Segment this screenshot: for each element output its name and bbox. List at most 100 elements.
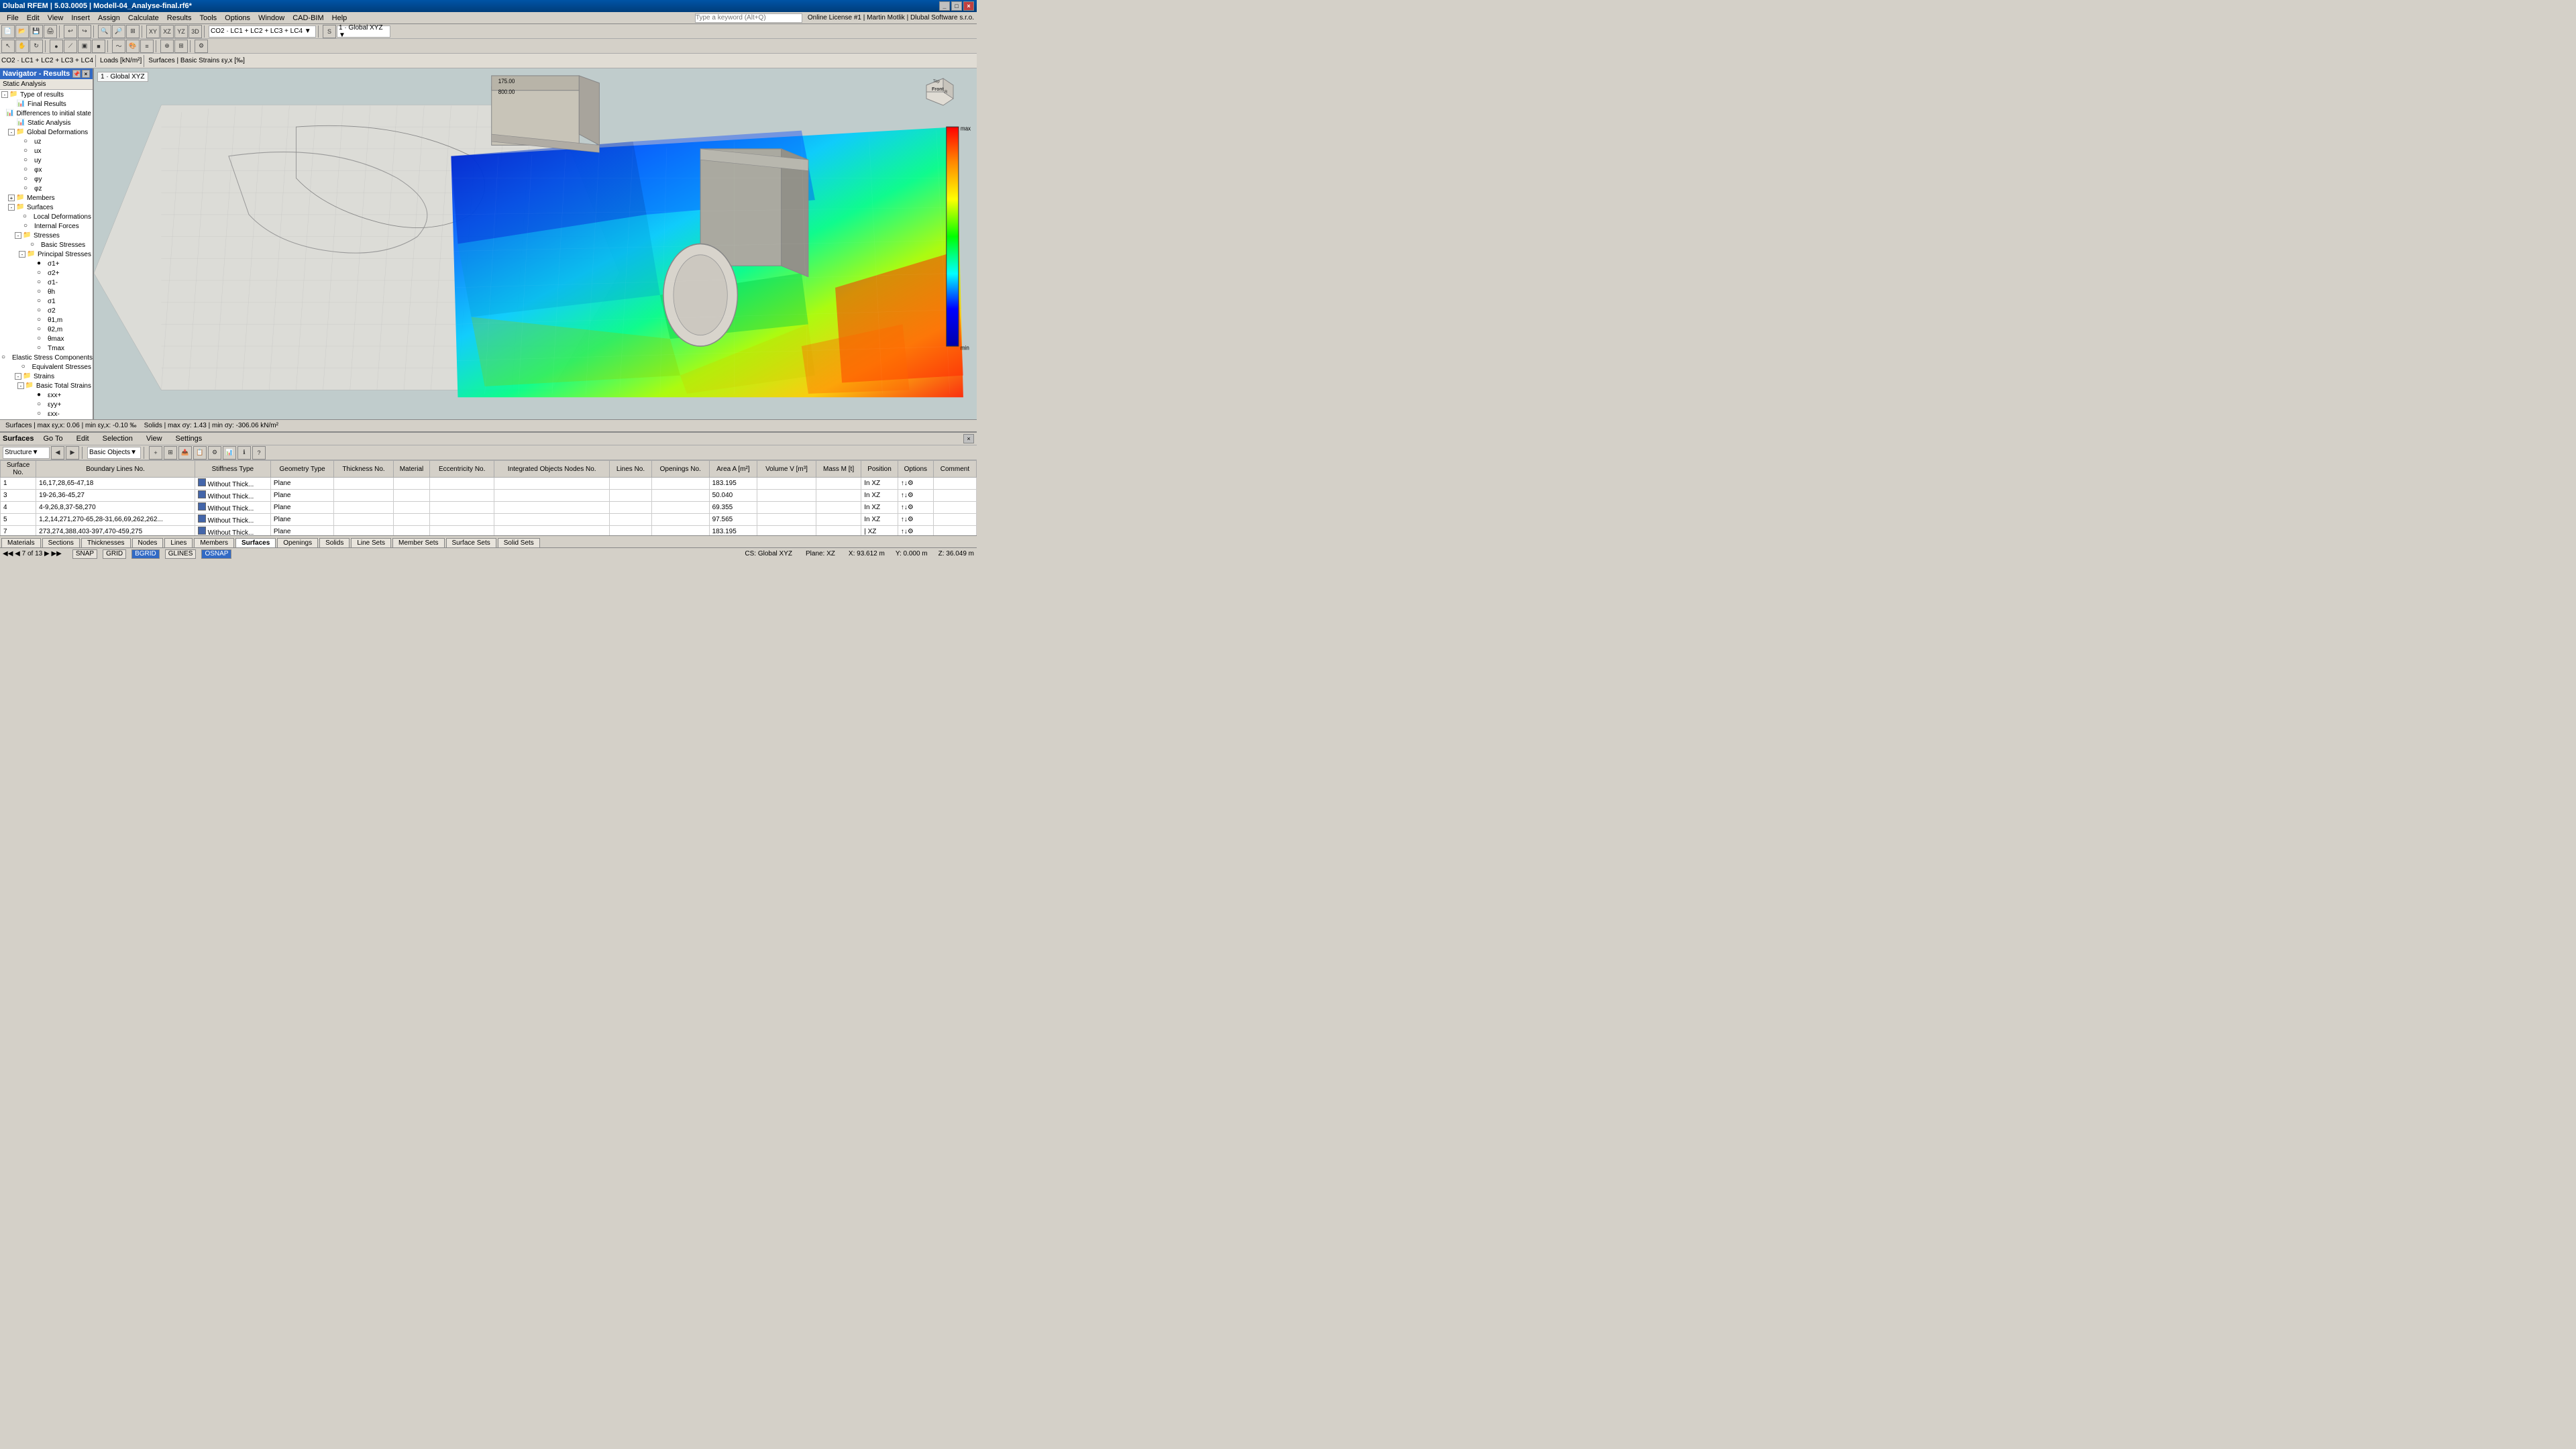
tree-item-ux[interactable]: ○ux bbox=[0, 146, 93, 156]
tb-undo[interactable]: ↩ bbox=[64, 25, 77, 38]
tree-item-th[interactable]: ○θh bbox=[0, 287, 93, 297]
bp-export[interactable]: 📤 bbox=[178, 446, 192, 460]
menu-assign[interactable]: Assign bbox=[94, 13, 124, 23]
tb-save[interactable]: 💾 bbox=[30, 25, 43, 38]
tb-new[interactable]: 📄 bbox=[1, 25, 15, 38]
tb-zoom-out[interactable]: 🔎 bbox=[112, 25, 125, 38]
bp-help[interactable]: ? bbox=[252, 446, 266, 460]
col-lines-no[interactable]: Lines No. bbox=[610, 461, 652, 478]
table-row[interactable]: 319-26,36-45,27 Without Thick...Plane50.… bbox=[1, 490, 977, 502]
tree-item-stresses[interactable]: -📁Stresses bbox=[0, 231, 93, 240]
tab-materials[interactable]: Materials bbox=[1, 538, 41, 547]
tree-item-principal-stresses[interactable]: -📁Principal Stresses bbox=[0, 250, 93, 259]
col-openings-no[interactable]: Openings No. bbox=[651, 461, 709, 478]
menu-calculate[interactable]: Calculate bbox=[124, 13, 163, 23]
table-row[interactable]: 7273,274,388,403-397,470-459,275 Without… bbox=[1, 526, 977, 536]
tab-member-sets[interactable]: Member Sets bbox=[392, 538, 444, 547]
tab-lines[interactable]: Lines bbox=[164, 538, 193, 547]
bp-chart[interactable]: 📊 bbox=[223, 446, 236, 460]
tree-item-theta-2m[interactable]: ○θ2,m bbox=[0, 325, 93, 334]
tb-view-xy[interactable]: XY bbox=[146, 25, 160, 38]
expander-global-deformations[interactable]: - bbox=[8, 129, 15, 136]
bp-settings[interactable]: Settings bbox=[172, 434, 207, 443]
tb-zoom-in[interactable]: 🔍 bbox=[98, 25, 111, 38]
tree-item-local-deformations[interactable]: ○Local Deformations bbox=[0, 212, 93, 221]
table-row[interactable]: 51,2,14,271,270-65,28-31,66,69,262,262..… bbox=[1, 514, 977, 526]
tb-deform[interactable]: 〜 bbox=[112, 40, 125, 53]
menu-view[interactable]: View bbox=[44, 13, 68, 23]
tb-zoom-fit[interactable]: ⊞ bbox=[126, 25, 140, 38]
tree-item-uphi-x[interactable]: ○φx bbox=[0, 165, 93, 174]
expander-principal-stresses[interactable]: - bbox=[19, 251, 25, 258]
maximize-button[interactable]: □ bbox=[951, 1, 962, 11]
menu-tools[interactable]: Tools bbox=[195, 13, 221, 23]
bp-filter[interactable]: ⊞ bbox=[164, 446, 177, 460]
tab-thicknesses[interactable]: Thicknesses bbox=[81, 538, 131, 547]
tb-redo[interactable]: ↪ bbox=[78, 25, 91, 38]
viewport[interactable]: 175.00 800.00 bbox=[94, 68, 977, 419]
tree-item-surfaces[interactable]: -📁Surfaces bbox=[0, 203, 93, 212]
col-volume[interactable]: Volume V [m³] bbox=[757, 461, 816, 478]
tree-item-uy[interactable]: ○uy bbox=[0, 156, 93, 165]
tb-select[interactable]: ↖ bbox=[1, 40, 15, 53]
tree-item-final-results[interactable]: 📊Final Results bbox=[0, 99, 93, 109]
bp-prev[interactable]: ◀ bbox=[51, 446, 64, 460]
status-snap[interactable]: SNAP bbox=[72, 549, 97, 559]
tree-item-static-analysis[interactable]: 📊Static Analysis bbox=[0, 118, 93, 127]
menu-edit[interactable]: Edit bbox=[23, 13, 44, 23]
nav-close[interactable]: × bbox=[82, 70, 90, 78]
tb-view-xz[interactable]: XZ bbox=[160, 25, 174, 38]
menu-help[interactable]: Help bbox=[328, 13, 352, 23]
tb-lc-dropdown[interactable]: CO2 · LC1 + LC2 + LC3 + LC4 ▼ bbox=[209, 25, 316, 38]
menu-results[interactable]: Results bbox=[163, 13, 196, 23]
menu-insert[interactable]: Insert bbox=[67, 13, 94, 23]
bp-structure-dropdown[interactable]: Structure ▼ bbox=[3, 447, 50, 459]
tree-item-internal-forces[interactable]: ○Internal Forces bbox=[0, 221, 93, 231]
tb-nodes[interactable]: ● bbox=[50, 40, 63, 53]
tab-openings[interactable]: Openings bbox=[277, 538, 318, 547]
bp-close[interactable]: × bbox=[963, 434, 974, 443]
tree-item-uphi-y[interactable]: ○φy bbox=[0, 174, 93, 184]
expander-strains[interactable]: - bbox=[15, 373, 21, 380]
bp-basic-objects-dropdown[interactable]: Basic Objects ▼ bbox=[87, 447, 141, 459]
bp-copy[interactable]: 📋 bbox=[193, 446, 207, 460]
expander-surfaces[interactable]: - bbox=[8, 204, 15, 211]
col-material[interactable]: Material bbox=[393, 461, 429, 478]
tree-item-basic-total-strains[interactable]: -📁Basic Total Strains bbox=[0, 381, 93, 390]
status-osnap[interactable]: OSNAP bbox=[201, 549, 231, 559]
tree-item-elastic-stress-components[interactable]: ○Elastic Stress Components bbox=[0, 353, 93, 362]
tree-item-strains[interactable]: -📁Strains bbox=[0, 372, 93, 381]
tab-solids[interactable]: Solids bbox=[319, 538, 350, 547]
tree-item-equivalent-stresses[interactable]: ○Equivalent Stresses bbox=[0, 362, 93, 372]
menu-options[interactable]: Options bbox=[221, 13, 254, 23]
menu-window[interactable]: Window bbox=[254, 13, 288, 23]
tree-item-sigma2[interactable]: ○σ2 bbox=[0, 306, 93, 315]
tree-item-sigma1m[interactable]: ○σ1- bbox=[0, 278, 93, 287]
bp-add[interactable]: + bbox=[149, 446, 162, 460]
col-area[interactable]: Area A [m²] bbox=[709, 461, 757, 478]
status-bgrid[interactable]: BGRID bbox=[131, 549, 160, 559]
col-int-nodes[interactable]: Integrated Objects Nodes No. bbox=[494, 461, 610, 478]
expander-stresses[interactable]: - bbox=[15, 232, 21, 239]
tb-open[interactable]: 📂 bbox=[15, 25, 29, 38]
nav-pin[interactable]: 📌 bbox=[72, 70, 80, 78]
status-glines[interactable]: GLINES bbox=[165, 549, 197, 559]
tree-item-basic-stresses[interactable]: ○Basic Stresses bbox=[0, 240, 93, 250]
tb-surfaces[interactable]: ▣ bbox=[78, 40, 91, 53]
col-mass[interactable]: Mass M [t] bbox=[816, 461, 861, 478]
col-geometry-type[interactable]: Geometry Type bbox=[270, 461, 333, 478]
tb-lines[interactable]: ⟋ bbox=[64, 40, 77, 53]
expander-basic-total-strains[interactable]: - bbox=[17, 382, 24, 389]
menu-cad-bim[interactable]: CAD-BIM bbox=[288, 13, 327, 23]
tb-print[interactable]: 🖨 bbox=[44, 25, 57, 38]
tab-nodes[interactable]: Nodes bbox=[132, 538, 164, 547]
col-thickness-no[interactable]: Thickness No. bbox=[334, 461, 393, 478]
table-row[interactable]: 44-9,26,8,37-58,270 Without Thick...Plan… bbox=[1, 502, 977, 514]
tree-item-sigma1[interactable]: ○σ1 bbox=[0, 297, 93, 306]
tb-pan[interactable]: ✋ bbox=[15, 40, 29, 53]
close-button[interactable]: × bbox=[963, 1, 974, 11]
expander-members[interactable]: + bbox=[8, 195, 15, 201]
tree-item-global-deformations[interactable]: -📁Global Deformations bbox=[0, 127, 93, 137]
col-boundary-lines[interactable]: Boundary Lines No. bbox=[36, 461, 195, 478]
tab-line-sets[interactable]: Line Sets bbox=[351, 538, 391, 547]
